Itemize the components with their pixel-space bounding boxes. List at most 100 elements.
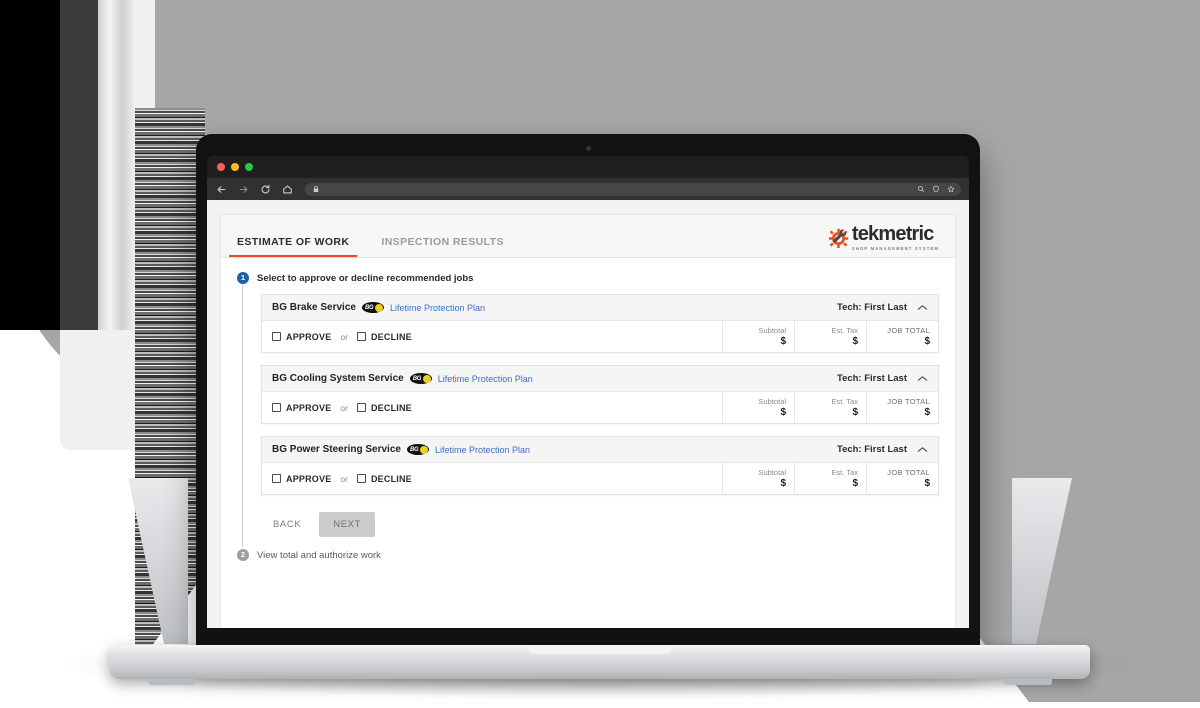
approve-checkbox-group[interactable]: APPROVE [272, 403, 331, 413]
bookmark-star-icon[interactable] [946, 185, 955, 194]
est-tax-value: $ [852, 478, 858, 489]
forward-arrow-icon[interactable] [237, 183, 250, 196]
lifetime-protection-plan-link[interactable]: Lifetime Protection Plan [435, 445, 530, 455]
window-controls[interactable] [217, 163, 253, 171]
laptop-foot-left [148, 679, 196, 685]
approve-label: APPROVE [286, 402, 332, 413]
address-bar[interactable] [305, 182, 961, 196]
job-total-caption: JOB TOTAL [887, 397, 930, 406]
job-card-header-right: Tech: First Last [837, 302, 928, 313]
or-separator: or [340, 402, 348, 413]
job-list: BG Brake Service BG Lifetime Protection … [249, 284, 939, 547]
job-card-body: APPROVE or DECLINE Subtotal $ Est. Tax $… [262, 463, 938, 494]
reload-icon[interactable] [259, 183, 272, 196]
approve-checkbox[interactable] [272, 474, 281, 483]
background-black-panel [0, 0, 60, 330]
job-card-header-left: BG Power Steering Service BG Lifetime Pr… [272, 444, 530, 455]
page-tabs: ESTIMATE OF WORK INSPECTION RESULTS [221, 215, 520, 257]
tekmetric-logo: tekmetric SHOP MANAGEMENT SYSTEM [828, 224, 939, 251]
tab-inspection-results[interactable]: INSPECTION RESULTS [365, 236, 520, 258]
approve-checkbox[interactable] [272, 332, 281, 341]
est-tax-caption: Est. Tax [831, 326, 858, 335]
close-window-button[interactable] [217, 163, 225, 171]
job-total-cell: JOB TOTAL $ [866, 463, 938, 494]
est-tax-value: $ [852, 336, 858, 347]
job-total-caption: JOB TOTAL [887, 326, 930, 335]
job-card-header-right: Tech: First Last [837, 373, 928, 384]
decline-checkbox-group[interactable]: DECLINE [356, 331, 412, 342]
step-2-badge: 2 [237, 549, 249, 561]
or-separator: or [340, 473, 348, 484]
background-light-column [98, 0, 134, 330]
page-body: 1 Select to approve or decline recommend… [221, 258, 955, 561]
screenshot-canvas: ESTIMATE OF WORK INSPECTION RESULTS tekm… [0, 0, 1200, 708]
job-total-value: $ [924, 407, 930, 418]
job-title: BG Power Steering Service [272, 444, 401, 455]
laptop-base-notch [528, 645, 672, 654]
job-card-header[interactable]: BG Cooling System Service BG Lifetime Pr… [262, 366, 938, 392]
est-tax-value: $ [852, 407, 858, 418]
job-total-value: $ [924, 478, 930, 489]
home-icon[interactable] [281, 183, 294, 196]
approve-checkbox[interactable] [272, 403, 281, 412]
next-button[interactable]: NEXT [319, 512, 376, 537]
tab-estimate-of-work[interactable]: ESTIMATE OF WORK [221, 236, 365, 258]
browser-tabstrip[interactable] [317, 156, 969, 178]
job-totals: Subtotal $ Est. Tax $ JOB TOTAL $ [722, 463, 938, 494]
subtotal-caption: Subtotal [758, 468, 786, 477]
decline-checkbox-group[interactable]: DECLINE [356, 402, 412, 413]
approve-checkbox-group[interactable]: APPROVE [272, 474, 331, 484]
background-dark-column [60, 0, 98, 330]
browser-toolbar [207, 178, 969, 200]
step-connector-line [237, 284, 249, 547]
estimate-page: ESTIMATE OF WORK INSPECTION RESULTS tekm… [221, 215, 955, 628]
lifetime-protection-plan-link[interactable]: Lifetime Protection Plan [390, 303, 485, 313]
decline-checkbox[interactable] [356, 474, 366, 483]
tekmetric-wordmark: tekmetric SHOP MANAGEMENT SYSTEM [852, 224, 939, 251]
chevron-up-icon[interactable] [917, 446, 928, 453]
est-tax-caption: Est. Tax [831, 397, 858, 406]
laptop-foot-right [1004, 679, 1052, 685]
bg-brand-dot-icon [419, 445, 428, 454]
bg-brand-dot-icon [374, 303, 383, 312]
minimize-window-button[interactable] [231, 163, 239, 171]
back-arrow-icon[interactable] [215, 183, 228, 196]
maximize-window-button[interactable] [245, 163, 253, 171]
approve-label: APPROVE [286, 331, 332, 342]
job-approval-controls: APPROVE or DECLINE [262, 463, 722, 494]
job-technician: Tech: First Last [836, 373, 907, 384]
decline-label: DECLINE [370, 331, 412, 342]
approve-checkbox-group[interactable]: APPROVE [272, 332, 331, 342]
job-total-cell: JOB TOTAL $ [866, 392, 938, 423]
chevron-up-icon[interactable] [917, 375, 928, 382]
subtotal-cell: Subtotal $ [722, 392, 794, 423]
job-card-header[interactable]: BG Brake Service BG Lifetime Protection … [262, 295, 938, 321]
bg-brand-icon: BG [361, 302, 384, 313]
back-button[interactable]: BACK [261, 512, 313, 537]
job-card-body: APPROVE or DECLINE Subtotal $ Est. Tax $… [262, 392, 938, 423]
chevron-up-icon[interactable] [917, 304, 928, 311]
search-icon[interactable] [916, 185, 925, 194]
job-totals: Subtotal $ Est. Tax $ JOB TOTAL $ [722, 321, 938, 352]
page-viewport: ESTIMATE OF WORK INSPECTION RESULTS tekm… [207, 200, 969, 628]
brand-tagline: SHOP MANAGEMENT SYSTEM [851, 246, 939, 251]
lifetime-protection-plan-link[interactable]: Lifetime Protection Plan [438, 374, 533, 384]
step-1-content: BG Brake Service BG Lifetime Protection … [237, 284, 939, 547]
subtotal-value: $ [780, 478, 786, 489]
wizard-footer: BACK NEXT [261, 507, 939, 547]
shield-icon[interactable] [931, 185, 940, 194]
decline-label: DECLINE [370, 402, 412, 413]
tekmetric-gear-icon [828, 228, 849, 248]
job-card: BG Power Steering Service BG Lifetime Pr… [261, 436, 939, 495]
decline-checkbox[interactable] [356, 332, 366, 341]
step-1-badge: 1 [237, 272, 249, 284]
webcam-icon [585, 146, 591, 151]
decline-checkbox[interactable] [356, 403, 366, 412]
est-tax-cell: Est. Tax $ [794, 321, 866, 352]
job-card-header[interactable]: BG Power Steering Service BG Lifetime Pr… [262, 437, 938, 463]
subtotal-caption: Subtotal [758, 397, 786, 406]
browser-titlebar [207, 156, 969, 178]
job-card-header-left: BG Cooling System Service BG Lifetime Pr… [272, 373, 533, 384]
est-tax-cell: Est. Tax $ [794, 463, 866, 494]
decline-checkbox-group[interactable]: DECLINE [356, 474, 412, 484]
